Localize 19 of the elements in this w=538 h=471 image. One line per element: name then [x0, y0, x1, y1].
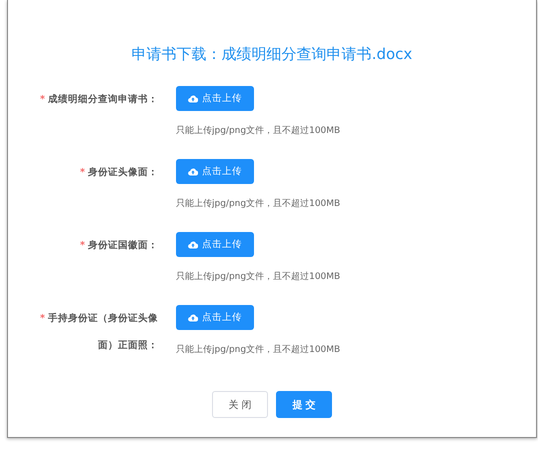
cloud-icon: [188, 94, 198, 102]
upload-button[interactable]: 点击上传: [176, 305, 254, 330]
upload-button[interactable]: 点击上传: [176, 159, 254, 184]
upload-button[interactable]: 点击上传: [176, 232, 254, 257]
field-label: * 手持身份证（身份证头像面）正面照：: [39, 312, 159, 353]
field-label: * 身份证头像面：: [79, 166, 159, 180]
field-label: * 身份证国徽面：: [79, 239, 159, 253]
cloud-icon: [188, 168, 198, 176]
upload-hint: 只能上传jpg/png文件，且不超过100MB: [176, 124, 340, 137]
submit-button[interactable]: 提 交: [276, 391, 332, 418]
upload-hint: 只能上传jpg/png文件，且不超过100MB: [176, 344, 340, 356]
upload-hint: 只能上传jpg/png文件，且不超过100MB: [176, 270, 340, 283]
cloud-icon: [188, 314, 198, 322]
upload-button[interactable]: 点击上传: [176, 86, 254, 111]
upload-hint: 只能上传jpg/png文件，且不超过100MB: [176, 198, 340, 210]
field-label: * 成绩明细分查询申请书：: [39, 93, 159, 107]
close-button[interactable]: 关 闭: [212, 391, 268, 418]
dialog-title: 申请书下载：成绩明细分查询申请书.docx: [132, 45, 412, 64]
cloud-icon: [188, 240, 198, 248]
